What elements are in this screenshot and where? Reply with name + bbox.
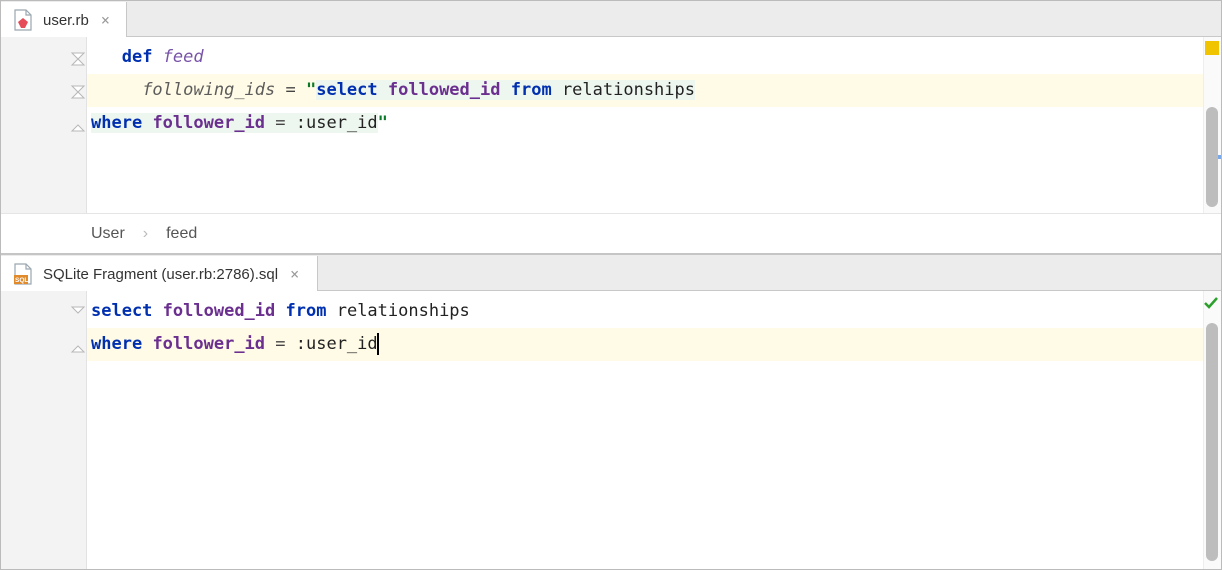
text-cursor [377, 333, 379, 355]
chevron-right-icon: › [143, 225, 148, 243]
code-line: def feed [87, 41, 1221, 74]
code-line: where follower_id = :user_id" [87, 107, 1221, 140]
tab-user-rb[interactable]: user.rb × [1, 2, 127, 38]
sql-fragment-pane: SQL SQLite Fragment (user.rb:2786).sql ×… [1, 255, 1221, 569]
close-icon[interactable]: × [288, 267, 301, 282]
code-line: following_ids = "select followed_id from… [87, 74, 1221, 107]
code-area-bottom[interactable]: select followed_id from relationships wh… [87, 291, 1221, 569]
sql-editor[interactable]: select followed_id from relationships wh… [1, 291, 1221, 569]
ruby-editor-pane: user.rb × def feed following_ids = "sele… [1, 1, 1221, 255]
sql-file-icon: SQL [13, 263, 33, 285]
fold-handle-icon[interactable] [69, 116, 87, 134]
tab-bar-bottom: SQL SQLite Fragment (user.rb:2786).sql × [1, 255, 1221, 291]
breadcrumb: User › feed [1, 213, 1221, 253]
code-area-top[interactable]: def feed following_ids = "select followe… [87, 37, 1221, 213]
gutter-bottom[interactable] [1, 291, 87, 569]
fold-handle-icon[interactable] [69, 83, 87, 101]
fold-handle-icon[interactable] [69, 337, 87, 355]
tab-title: SQLite Fragment (user.rb:2786).sql [43, 266, 278, 283]
tab-title: user.rb [43, 12, 89, 29]
code-line: select followed_id from relationships [87, 295, 1221, 328]
breadcrumb-method[interactable]: feed [166, 225, 197, 243]
code-line: where follower_id = :user_id [87, 328, 1221, 361]
ruby-file-icon [13, 9, 33, 31]
close-icon[interactable]: × [99, 13, 112, 28]
svg-text:SQL: SQL [15, 277, 28, 284]
fold-handle-icon[interactable] [69, 304, 87, 322]
breadcrumb-class[interactable]: User [91, 225, 125, 243]
warning-indicator[interactable] [1205, 41, 1219, 55]
scrollbar-thumb[interactable] [1206, 323, 1218, 561]
tab-bar-top: user.rb × [1, 1, 1221, 37]
gutter-top[interactable] [1, 37, 87, 213]
scrollbar-thumb[interactable] [1206, 107, 1218, 207]
ok-indicator-icon[interactable] [1203, 295, 1219, 316]
ruby-editor[interactable]: def feed following_ids = "select followe… [1, 37, 1221, 213]
tab-sql-fragment[interactable]: SQL SQLite Fragment (user.rb:2786).sql × [1, 256, 318, 292]
fold-handle-icon[interactable] [69, 50, 87, 68]
